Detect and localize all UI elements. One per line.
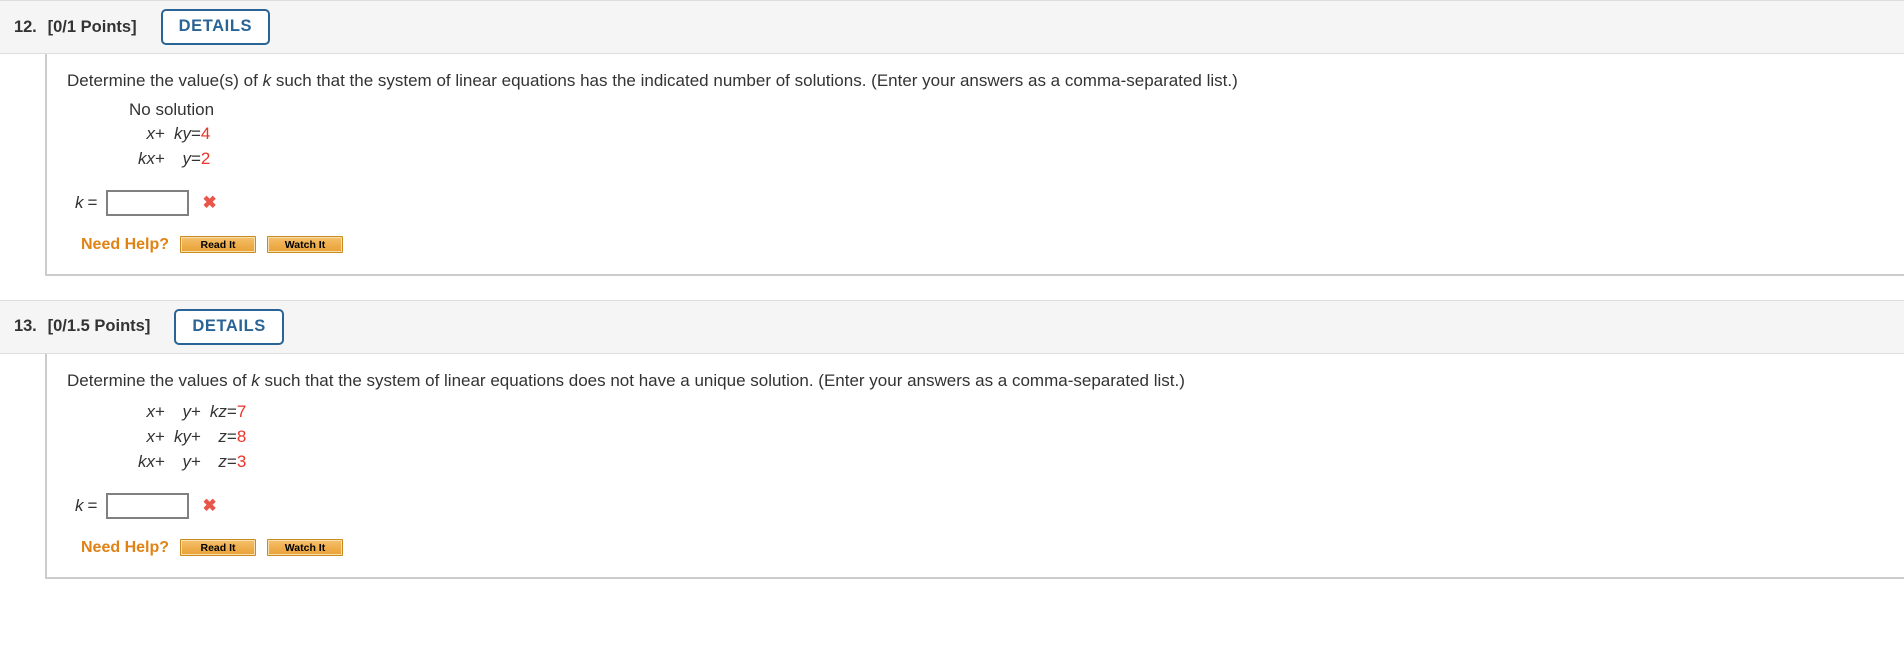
prompt-variable-13: k [251, 370, 260, 390]
equation-operator: + [155, 402, 165, 422]
answer-equals-sign-12: = [87, 192, 98, 212]
equation-group-12: No solution x + ky = 4 kx + y = 2 [129, 100, 1904, 172]
watch-it-button-13[interactable]: Watch It [267, 539, 344, 557]
equation-rhs: 2 [200, 149, 211, 169]
equation-rhs: 4 [200, 124, 211, 144]
equation-term: ky [173, 124, 191, 144]
equation-row: x + ky = 4 [129, 122, 211, 147]
equation-row: kx + y = 2 [129, 147, 210, 172]
read-it-button-13[interactable]: Read It [180, 539, 257, 557]
equation-operator: + [190, 427, 201, 446]
answer-input-12[interactable] [106, 189, 190, 216]
question-header-12: 12. [0/1 Points] DETAILS [0, 0, 1904, 54]
answer-row-13: k = ✖ [75, 492, 1904, 519]
equation-group-13: x + y + kz = 7 x + ky + z = 8 kx + y + z… [129, 400, 1904, 475]
answer-input-13[interactable] [106, 492, 190, 519]
question-block-12: 12. [0/1 Points] DETAILS Determine the v… [0, 0, 1904, 276]
equation-term: kx [138, 451, 155, 471]
equation-table-13: x + y + kz = 7 x + ky + z = 8 kx + y + z… [129, 400, 246, 475]
equation-operator: + [155, 149, 165, 169]
question-number-12: 12. [14, 17, 37, 36]
answer-row-12: k = ✖ [75, 189, 1904, 216]
question-number-13: 13. [14, 317, 37, 336]
equation-rhs: 7 [236, 402, 247, 422]
equation-operator: + [155, 451, 165, 471]
question-prompt-12: Determine the value(s) of k such that th… [67, 70, 1904, 92]
equation-term: y [182, 149, 191, 169]
need-help-label-13: Need Help? [81, 538, 170, 556]
question-points-12: [0/1 Points] [47, 17, 137, 36]
equation-term: y [182, 451, 191, 471]
equation-rhs: 8 [236, 427, 247, 446]
question-body-13: Determine the values of k such that the … [45, 353, 1904, 579]
solution-type-label-12: No solution [129, 100, 215, 120]
assignment-page: 12. [0/1 Points] DETAILS Determine the v… [0, 0, 1904, 579]
equation-term: kx [138, 149, 155, 169]
equation-operator: + [155, 427, 165, 446]
equation-row: x + ky + z = 8 [129, 425, 247, 450]
equation-equals: = [226, 427, 237, 446]
equation-term: kz [209, 402, 227, 422]
question-prompt-13: Determine the values of k such that the … [67, 370, 1904, 392]
incorrect-icon-12: ✖ [202, 193, 217, 213]
watch-it-button-12[interactable]: Watch It [267, 236, 344, 254]
need-help-row-13: Need Help? Read It Watch It [81, 539, 1904, 557]
details-button-12[interactable]: DETAILS [160, 9, 271, 45]
equation-row: kx + y + z = 3 [129, 450, 246, 475]
equation-operator: + [190, 451, 201, 471]
prompt-text-pre-12: Determine the value(s) of [67, 71, 263, 90]
equation-equals: = [190, 149, 201, 169]
prompt-variable-12: k [262, 71, 272, 90]
question-points-13: [0/1.5 Points] [47, 317, 151, 336]
incorrect-icon-13: ✖ [202, 496, 217, 516]
question-block-13: 13. [0/1.5 Points] DETAILS Determine the… [0, 299, 1904, 579]
read-it-button-12[interactable]: Read It [180, 236, 257, 254]
equation-term: x [146, 427, 156, 446]
equation-term: ky [173, 427, 191, 446]
need-help-row-12: Need Help? Read It Watch It [81, 236, 1904, 254]
equation-operator: + [155, 124, 165, 144]
question-separator [0, 275, 1904, 300]
equation-term: x [146, 124, 156, 144]
answer-variable-label-12: k [75, 192, 84, 212]
answer-equals-sign-13: = [87, 495, 98, 515]
equation-term: z [218, 451, 227, 471]
equation-row: x + y + kz = 7 [129, 400, 247, 425]
equation-term: x [146, 402, 156, 422]
question-body-12: Determine the value(s) of k such that th… [45, 54, 1904, 276]
equation-rhs: 3 [236, 451, 247, 471]
prompt-text-post-13: such that the system of linear equations… [259, 370, 1185, 390]
prompt-text-pre-13: Determine the values of [67, 370, 252, 390]
need-help-label-12: Need Help? [81, 235, 170, 253]
equation-term: y [182, 402, 191, 422]
equation-table-12: x + ky = 4 kx + y = 2 [129, 122, 210, 172]
answer-variable-label-13: k [75, 495, 84, 515]
equation-equals: = [190, 124, 201, 144]
question-header-13: 13. [0/1.5 Points] DETAILS [0, 299, 1904, 354]
prompt-text-post-12: such that the system of linear equations… [271, 71, 1238, 90]
equation-operator: + [190, 402, 201, 422]
details-button-13[interactable]: DETAILS [174, 309, 284, 345]
equation-term: z [218, 427, 227, 446]
equation-equals: = [226, 451, 237, 471]
equation-equals: = [226, 402, 237, 422]
